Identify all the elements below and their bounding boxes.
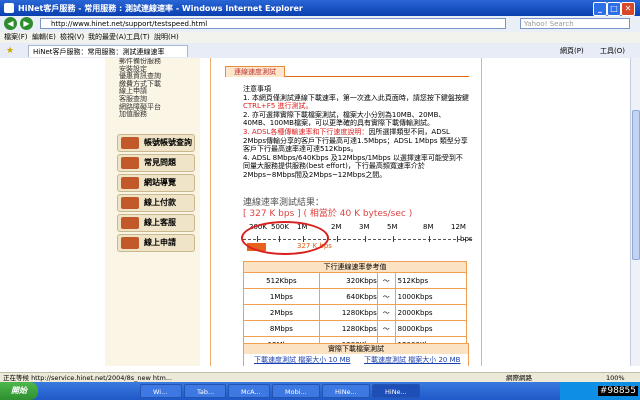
table-row: 2Mbps 1280Kbps ～ 2000Kbps — [243, 304, 468, 321]
result-value: [ 327 K bps ] ( 相當於 40 K bytes/sec ) — [243, 209, 413, 219]
taskbar: 開始 Wi... Tab... McA... Mobi... HiNe... H… — [0, 382, 640, 400]
reference-table: 下行連線速率參考值 512Kbps 320Kbps ～ 512Kbps 1Mbp… — [243, 261, 468, 353]
highlight-oval — [241, 221, 329, 255]
sidebar-button[interactable]: 常見問題 — [117, 154, 195, 172]
close-button[interactable]: ✕ — [621, 2, 635, 16]
table-row: 8Mbps 1280Kbps ～ 8000Kbps — [243, 320, 468, 337]
vertical-scrollbar[interactable] — [630, 58, 640, 366]
content-header: 連線速度測試 — [225, 66, 469, 77]
menu-bar: 檔案(F) 編輯(E) 檢視(V) 我的最愛(A) 工具(T) 說明(H) — [0, 32, 640, 43]
speed-scale: 200K 500K 1M 2M 3M 5M 8M 12M bps 327 K b… — [241, 221, 479, 255]
start-button[interactable]: 開始 — [0, 382, 38, 400]
reference-table-title: 下行連線速率參考值 — [243, 261, 467, 273]
menu-tools[interactable]: 工具(T) — [126, 32, 150, 43]
image-tag: #98855 — [597, 386, 638, 396]
url-input[interactable]: http://www.hinet.net/support/testspeed.h… — [40, 18, 506, 29]
scale-tick-label: 8M — [423, 223, 434, 231]
taskbar-item[interactable]: McA... — [228, 384, 270, 398]
scale-tick-label: 2M — [331, 223, 342, 231]
sitemap-icon — [121, 177, 139, 189]
menu-view[interactable]: 檢視(V) — [60, 32, 84, 43]
tab-active[interactable]: HiNet客戶服務：常用服務：測試連線速率 — [28, 45, 188, 57]
forward-icon[interactable]: ▶ — [20, 17, 33, 30]
scrollbar-thumb[interactable] — [632, 110, 640, 260]
maximize-button[interactable]: □ — [607, 2, 621, 16]
sidebar-links: 郵件備份服務 安裝設定 優惠資訊查詢 繳費方式下載 線上申請 客服查詢 網路障礙… — [119, 58, 161, 119]
scale-unit: bps — [460, 235, 473, 243]
note-line: 1. 本網頁僅測試連線下載速率，第一次進入此頁面時，請您按下鍵盤按鍵 — [243, 93, 469, 102]
main-content: 連線速度測試 注意事項 1. 本網頁僅測試連線下載速率，第一次進入此頁面時，請您… — [210, 58, 482, 366]
download-row: 下載速度測試 檔案大小 10 MB 下載速度測試 檔案大小 20 MB — [244, 354, 468, 366]
scale-tick — [457, 236, 458, 242]
page-menu[interactable]: 網頁(P) — [560, 46, 584, 56]
taskbar-item-active[interactable]: HiNe... — [372, 384, 420, 398]
sidebar-button[interactable]: 線上付款 — [117, 194, 195, 212]
notes-heading: 注意事項 — [243, 85, 271, 93]
download-link-20mb[interactable]: 下載速度測試 檔案大小 20 MB — [364, 354, 460, 366]
download-link-10mb[interactable]: 下載速度測試 檔案大小 10 MB — [254, 354, 350, 366]
download-test-box: 實際下載檔案測試 下載速度測試 檔案大小 10 MB 下載速度測試 檔案大小 2… — [243, 343, 469, 366]
scale-tick — [429, 236, 430, 242]
table-row: 1Mbps 640Kbps ～ 1000Kbps — [243, 288, 468, 305]
scale-tick — [393, 236, 394, 242]
scale-tick-label: 5M — [387, 223, 398, 231]
book-icon — [121, 137, 139, 149]
taskbar-item[interactable]: Wi... — [140, 384, 182, 398]
window-title: HiNet客戶服務 - 常用服務 : 測試連線速率 - Windows Inte… — [18, 4, 303, 13]
tools-menu[interactable]: 工具(O) — [600, 46, 625, 56]
scale-tick-label: 3M — [359, 223, 370, 231]
favorites-star-icon[interactable]: ★ — [6, 46, 14, 56]
address-bar: ◀ ▶ http://www.hinet.net/support/testspe… — [0, 16, 640, 33]
sidebar-button[interactable]: 線上申請 — [117, 234, 195, 252]
page-viewport: 郵件備份服務 安裝設定 優惠資訊查詢 繳費方式下載 線上申請 客服查詢 網路障礙… — [0, 58, 630, 366]
support-icon — [121, 217, 139, 229]
taskbar-item[interactable]: Mobi... — [272, 384, 320, 398]
system-tray: #98855 — [560, 382, 640, 400]
sidebar-button[interactable]: 線上客服 — [117, 214, 195, 232]
note-line: 2. 亦可選擇實際下載檔案測試，檔案大小分別為10MB、20MB、40MB、10… — [243, 110, 446, 128]
window-titlebar: HiNet客戶服務 - 常用服務 : 測試連線速率 - Windows Inte… — [0, 0, 640, 16]
ie-icon — [4, 3, 14, 13]
tab-bar: ★ HiNet客戶服務：常用服務：測試連線速率 網頁(P) 工具(O) — [0, 43, 640, 59]
notes: 注意事項 1. 本網頁僅測試連線下載速率，第一次進入此頁面時，請您按下鍵盤按鍵 … — [243, 85, 469, 180]
table-row: 512Kbps 320Kbps ～ 512Kbps — [243, 272, 468, 289]
download-test-title: 實際下載檔案測試 — [244, 344, 468, 354]
menu-favorites[interactable]: 我的最愛(A) — [88, 32, 126, 43]
sidebar-button[interactable]: 網站導覽 — [117, 174, 195, 192]
sidebar-link[interactable]: 加值服務 — [119, 111, 161, 119]
taskbar-item[interactable]: HiNe... — [322, 384, 370, 398]
note-line: 4. ADSL 8Mbps/640Kbps 及12Mbps/1Mbps 以選擇速… — [243, 153, 463, 179]
taskbar-item[interactable]: Tab... — [184, 384, 226, 398]
back-icon[interactable]: ◀ — [4, 17, 17, 30]
scale-tick — [365, 236, 366, 242]
scale-tick-label: 12M — [451, 223, 466, 231]
note-line: CTRL+F5 進行測試。 — [243, 102, 313, 111]
note-line: 3. ADSL各種傳輸速率和下行速度說明： — [243, 127, 369, 136]
payment-icon — [121, 197, 139, 209]
search-input[interactable]: Yahoo! Search — [520, 18, 630, 29]
faq-icon — [121, 157, 139, 169]
menu-file[interactable]: 檔案(F) — [4, 32, 28, 43]
speed-test-tab: 連線速度測試 — [225, 66, 285, 77]
menu-edit[interactable]: 編輯(E) — [32, 32, 56, 43]
menu-help[interactable]: 說明(H) — [154, 32, 179, 43]
sidebar: 郵件備份服務 安裝設定 優惠資訊查詢 繳費方式下載 線上申請 客服查詢 網路障礙… — [105, 58, 200, 366]
apply-icon — [121, 237, 139, 249]
scale-tick — [337, 236, 338, 242]
minimize-button[interactable]: _ — [593, 2, 607, 16]
sidebar-button[interactable]: 帳號帳號查詢 — [117, 134, 195, 152]
